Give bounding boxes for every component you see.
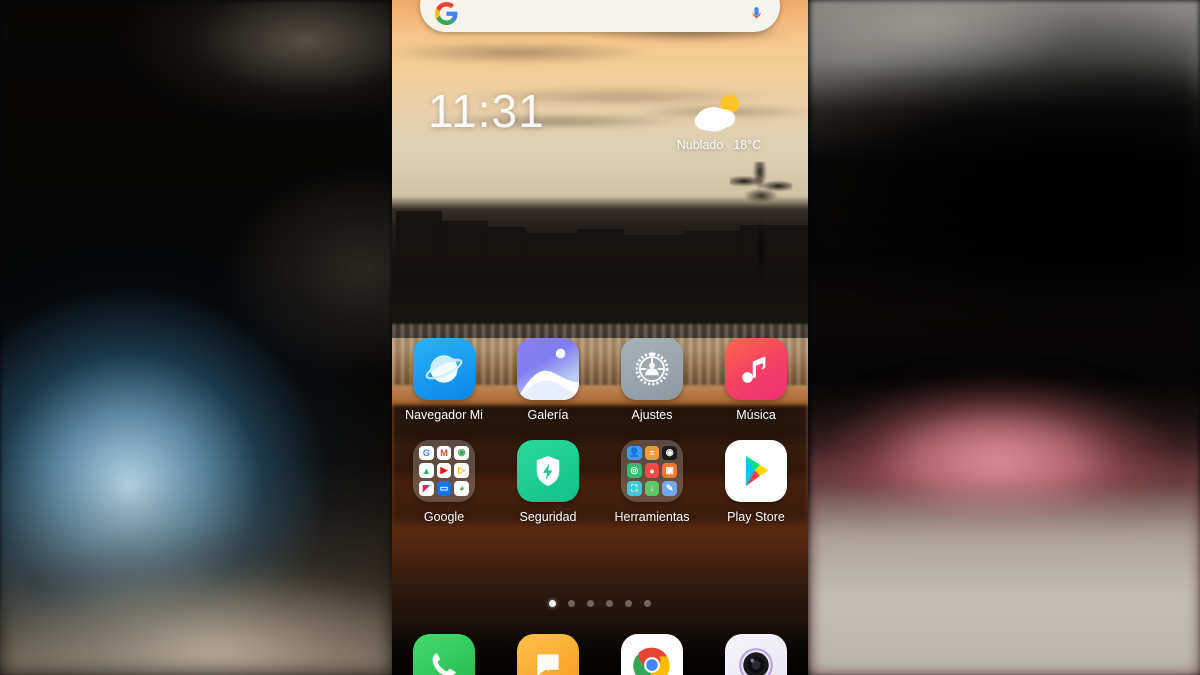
app-label: Seguridad xyxy=(519,509,577,524)
mini-icon-drive: ▲ xyxy=(419,463,434,478)
google-search-widget[interactable] xyxy=(420,0,780,32)
weather-widget[interactable]: Nublado 18°C xyxy=(654,92,784,152)
mini-icon-editor: ✎ xyxy=(662,480,677,496)
microphone-icon[interactable] xyxy=(748,2,765,25)
settings-gear-icon[interactable] xyxy=(621,338,683,400)
weather-text-row: Nublado 18°C xyxy=(677,138,762,152)
phone-screen: 11:31 Nublado 18°C Navegador Mi Galería … xyxy=(392,0,808,675)
app-label: Galería xyxy=(527,408,569,422)
messages-icon[interactable] xyxy=(517,634,579,675)
blurred-left-foreground xyxy=(0,465,392,675)
app-grid: Navegador Mi Galería Ajustes Música G M … xyxy=(392,338,808,525)
mini-icon-google: G xyxy=(419,445,434,461)
gallery-icon[interactable] xyxy=(517,338,579,400)
screenshot-root: 11:31 Nublado 18°C Navegador Mi Galería … xyxy=(0,0,1200,675)
mini-icon-escaner: ⛶ xyxy=(627,480,642,496)
music-note-icon[interactable] xyxy=(725,338,787,400)
mini-icon-maps: ◉ xyxy=(454,445,469,461)
page-dot-3[interactable] xyxy=(587,600,594,607)
page-dot-1[interactable] xyxy=(549,600,556,607)
app-seguridad[interactable]: Seguridad xyxy=(496,439,600,526)
mini-icon-contactos: 👤 xyxy=(627,445,642,461)
mini-icon-navegador: ◎ xyxy=(627,463,642,478)
mini-icon-gmail: M xyxy=(436,445,452,461)
weather-condition: Nublado xyxy=(676,138,724,152)
page-dot-4[interactable] xyxy=(606,600,613,607)
page-dot-2[interactable] xyxy=(568,600,575,607)
chrome-icon[interactable] xyxy=(621,634,683,675)
mini-icon-meet: ▭ xyxy=(436,480,452,496)
folder-label: Google xyxy=(423,509,465,524)
page-indicator[interactable] xyxy=(392,600,808,607)
mini-icon-earth: ◕ xyxy=(454,480,469,496)
camera-icon[interactable] xyxy=(725,634,787,675)
weather-temperature: 18°C xyxy=(733,138,762,152)
app-ajustes[interactable]: Ajustes xyxy=(600,338,704,424)
mini-icon-grabadora: ● xyxy=(644,463,660,478)
mini-icon-brujula: ◉ xyxy=(662,445,677,461)
app-label: Ajustes xyxy=(631,408,673,422)
mini-icon-descargas: ↓ xyxy=(644,480,660,496)
mini-icon-calculadora: ▣ xyxy=(662,463,677,478)
app-label: Música xyxy=(736,408,776,422)
mi-browser-icon[interactable] xyxy=(413,338,475,400)
page-dot-6[interactable] xyxy=(644,600,651,607)
mini-icon-slides: ◤ xyxy=(419,480,434,496)
wallpaper-palm-tree xyxy=(730,162,792,282)
blurred-right-surface xyxy=(810,485,1200,675)
folder-label: Herramientas xyxy=(614,509,690,524)
partly-cloudy-icon xyxy=(692,92,746,134)
page-dot-5[interactable] xyxy=(625,600,632,607)
mini-icon-notas: ≡ xyxy=(644,445,660,461)
blurred-right-dark-shape xyxy=(810,0,1200,330)
folder-herramientas[interactable]: 👤 ≡ ◉ ◎ ● ▣ ⛶ ↓ ✎ Herramientas xyxy=(600,439,704,526)
app-label: Navegador Mi xyxy=(405,408,483,422)
app-navegador-mi[interactable]: Navegador Mi xyxy=(392,338,496,424)
mini-icon-youtube: ▶ xyxy=(436,463,452,478)
clock-widget[interactable]: 11:31 xyxy=(428,88,545,134)
play-store-icon[interactable] xyxy=(725,439,787,502)
security-shield-icon[interactable] xyxy=(517,439,579,502)
google-folder-icon[interactable]: G M ◉ ▲ ▶ ▷ ◤ ▭ ◕ xyxy=(413,439,475,502)
dock xyxy=(392,634,808,675)
app-play-store[interactable]: Play Store xyxy=(704,439,808,526)
app-galeria[interactable]: Galería xyxy=(496,338,600,424)
google-g-icon xyxy=(435,2,458,25)
mini-icon-play: ▷ xyxy=(454,463,469,478)
app-label: Play Store xyxy=(727,509,785,524)
phone-icon[interactable] xyxy=(413,634,475,675)
tools-folder-icon[interactable]: 👤 ≡ ◉ ◎ ● ▣ ⛶ ↓ ✎ xyxy=(621,439,683,502)
folder-google[interactable]: G M ◉ ▲ ▶ ▷ ◤ ▭ ◕ Google xyxy=(392,439,496,526)
app-musica[interactable]: Música xyxy=(704,338,808,424)
